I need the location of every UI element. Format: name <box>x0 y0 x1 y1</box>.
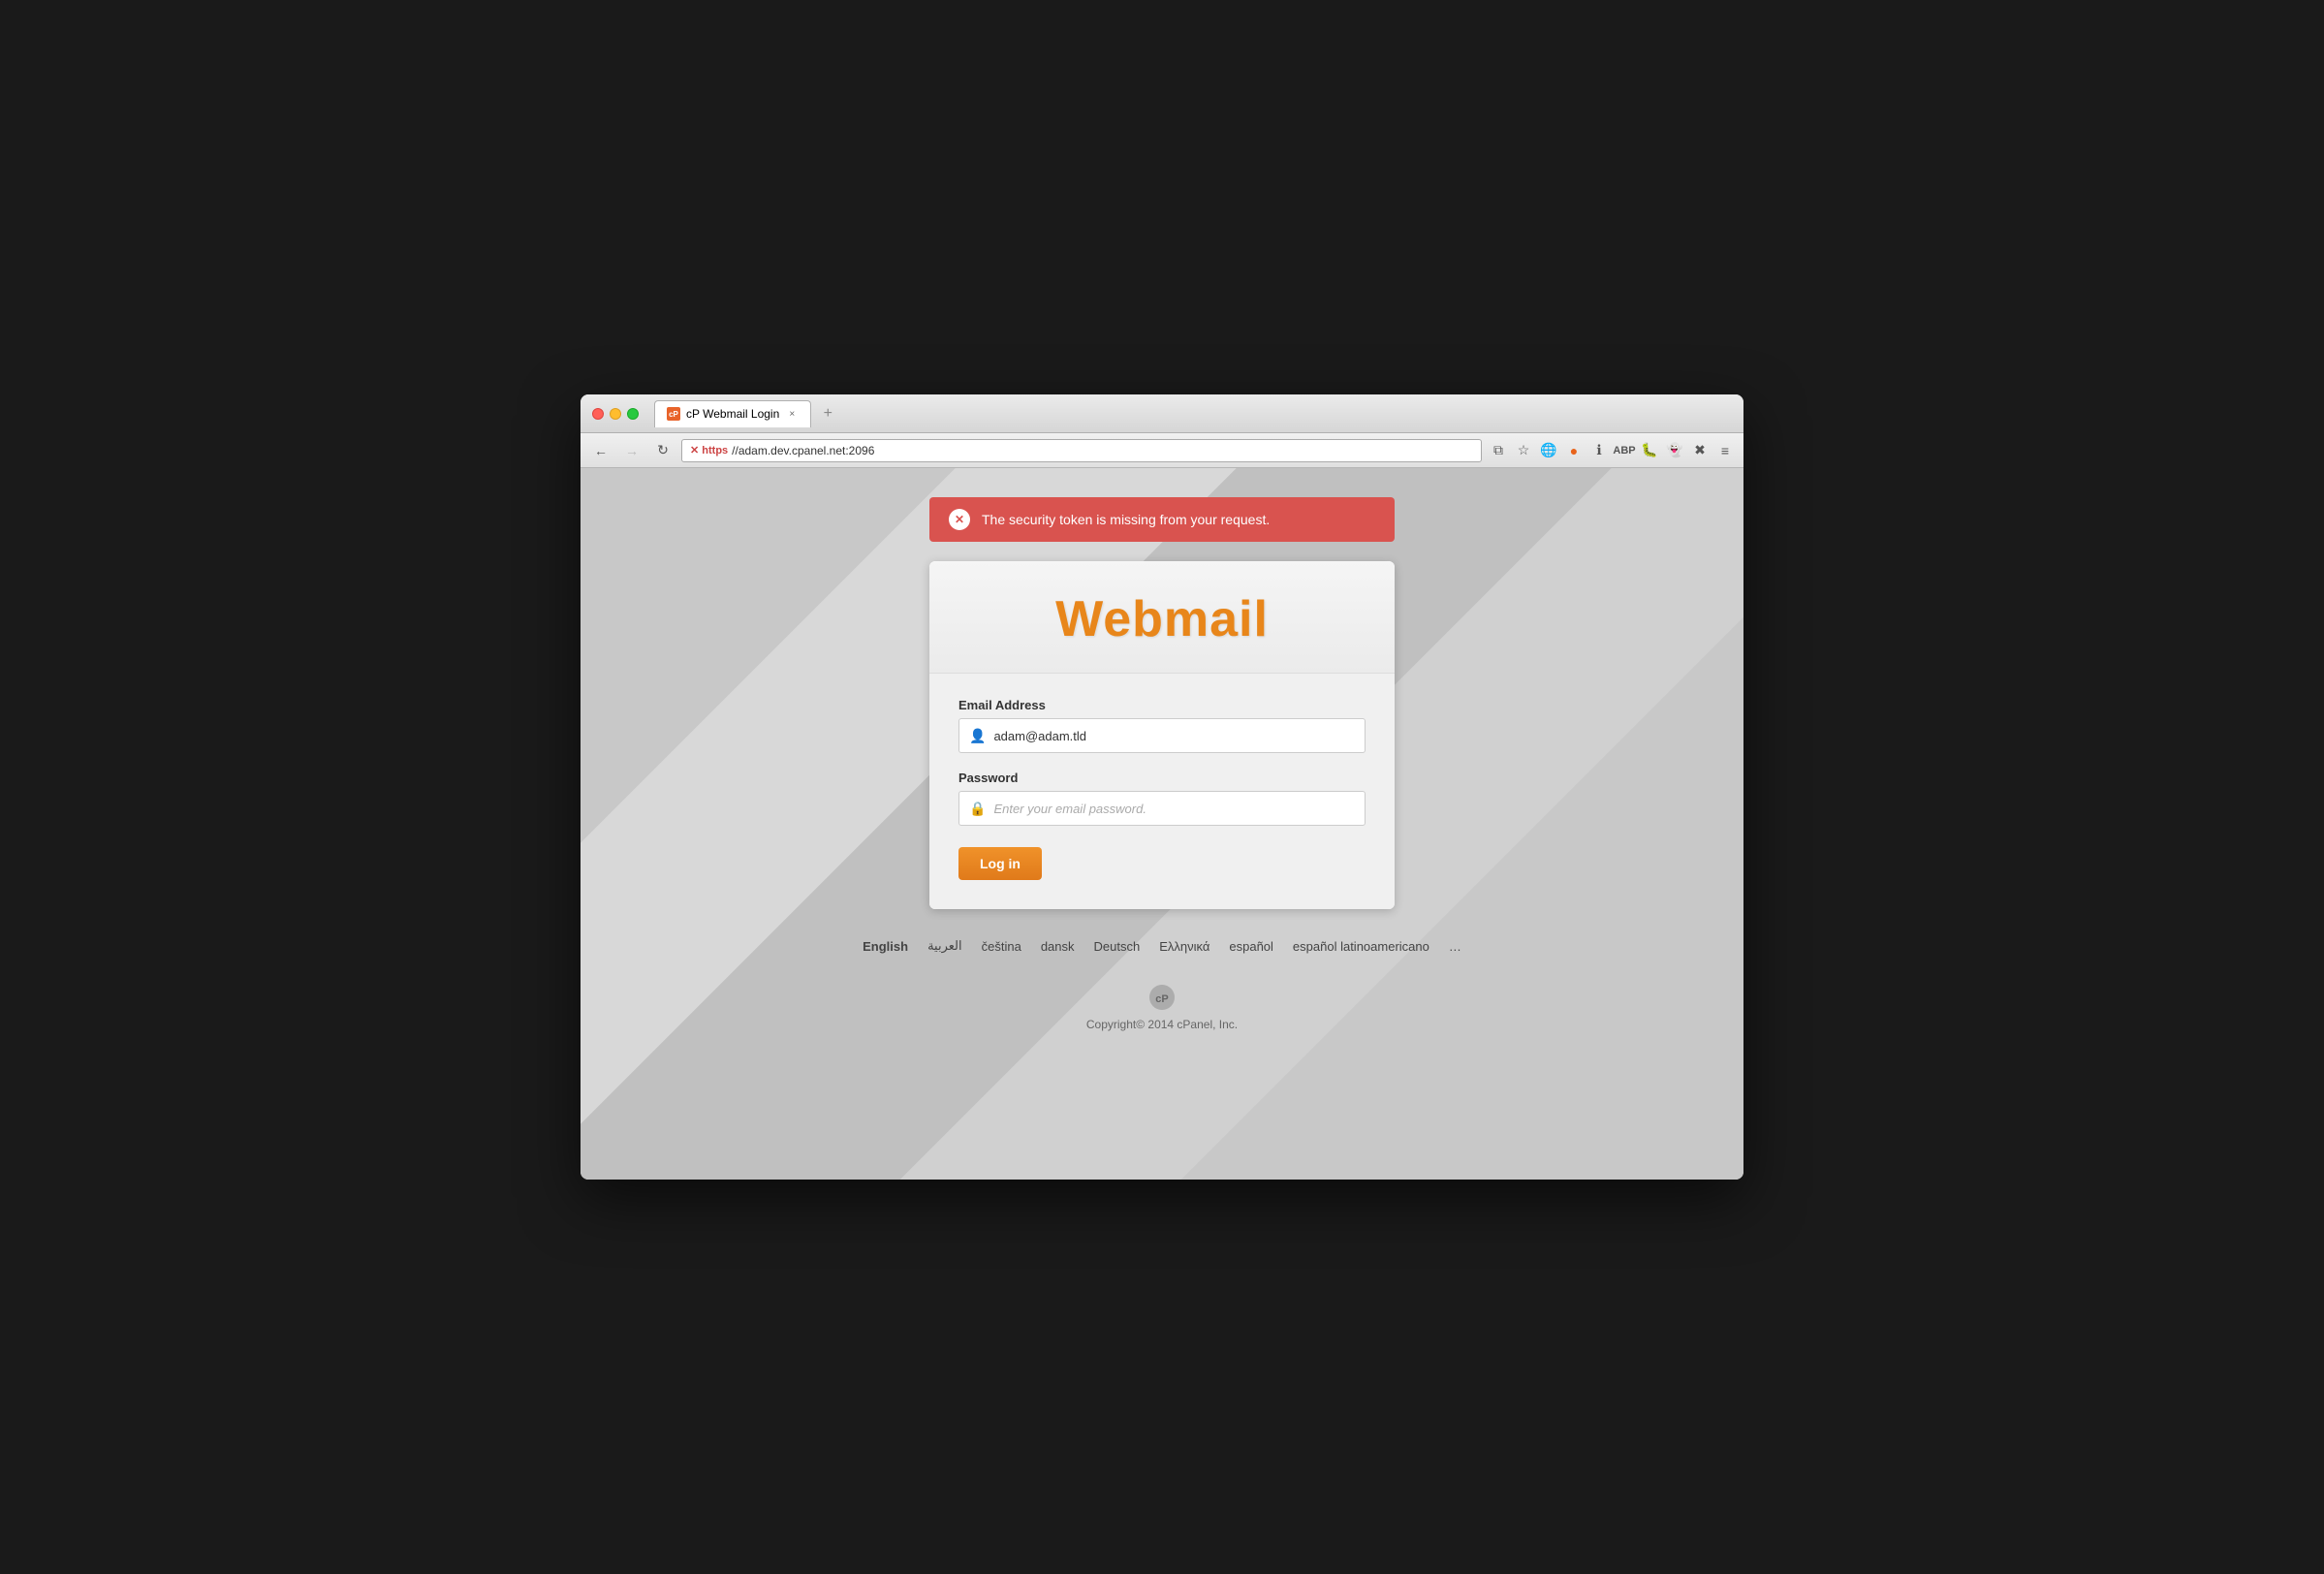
footer: cP Copyright© 2014 cPanel, Inc. <box>1086 983 1238 1031</box>
login-body: Email Address 👤 Password 🔒 <box>929 674 1395 909</box>
page-content: The security token is missing from your … <box>581 468 1743 1180</box>
error-alert: The security token is missing from your … <box>929 497 1395 542</box>
lang-czech[interactable]: čeština <box>982 939 1021 954</box>
email-input[interactable] <box>993 729 1355 743</box>
new-tab-button[interactable]: + <box>815 401 840 426</box>
lang-more[interactable]: … <box>1449 939 1461 954</box>
login-title: Webmail <box>949 590 1375 648</box>
address-bar[interactable]: ✕ https //adam.dev.cpanel.net:2096 <box>681 439 1482 462</box>
color-icon[interactable]: ● <box>1563 440 1585 461</box>
nav-bar: ← → ↻ ✕ https //adam.dev.cpanel.net:2096… <box>581 433 1743 468</box>
tab-favicon: cP <box>667 407 680 421</box>
lang-german[interactable]: Deutsch <box>1094 939 1141 954</box>
ghost-icon[interactable]: 👻 <box>1664 440 1685 461</box>
tab-title: cP Webmail Login <box>686 407 779 421</box>
menu-icon[interactable]: ≡ <box>1714 440 1736 461</box>
language-bar: English العربية čeština dansk Deutsch Ελ… <box>863 938 1461 954</box>
disconnect-icon[interactable]: ✖ <box>1689 440 1711 461</box>
adblock-icon[interactable]: ABP <box>1614 440 1635 461</box>
error-message: The security token is missing from your … <box>982 512 1270 527</box>
reload-button[interactable]: ↻ <box>650 438 675 463</box>
login-box: Webmail Email Address 👤 Password <box>929 561 1395 909</box>
lang-danish[interactable]: dansk <box>1041 939 1075 954</box>
firebug-icon[interactable]: 🐛 <box>1639 440 1660 461</box>
cpanel-logo-svg: cP <box>1148 984 1176 1011</box>
password-input-wrapper: 🔒 <box>958 791 1366 826</box>
cpanel-logo: cP <box>1147 983 1177 1012</box>
lock-icon: 🔒 <box>969 801 986 817</box>
lang-english[interactable]: English <box>863 939 908 954</box>
security-icon: ✕ https <box>690 444 728 456</box>
email-label: Email Address <box>958 698 1366 712</box>
tab-close-button[interactable]: × <box>785 407 799 421</box>
password-label: Password <box>958 771 1366 785</box>
maximize-button[interactable] <box>627 408 639 420</box>
password-form-group: Password 🔒 <box>958 771 1366 826</box>
login-button[interactable]: Log in <box>958 847 1042 880</box>
close-button[interactable] <box>592 408 604 420</box>
nav-icons: ⧉ ☆ 🌐 ● ℹ ABP 🐛 👻 ✖ ≡ <box>1488 440 1736 461</box>
lang-greek[interactable]: Ελληνικά <box>1159 939 1209 954</box>
lang-spanish-latam[interactable]: español latinoamericano <box>1293 939 1429 954</box>
tab-bar: cP cP Webmail Login × + <box>654 400 1732 427</box>
title-bar: cP cP Webmail Login × + <box>581 394 1743 433</box>
svg-text:cP: cP <box>1155 993 1168 1005</box>
email-input-wrapper: 👤 <box>958 718 1366 753</box>
lang-arabic[interactable]: العربية <box>927 938 962 954</box>
login-header: Webmail <box>929 561 1395 674</box>
email-form-group: Email Address 👤 <box>958 698 1366 753</box>
reader-icon[interactable]: ⧉ <box>1488 440 1509 461</box>
traffic-lights <box>592 408 639 420</box>
lang-spanish[interactable]: español <box>1229 939 1273 954</box>
bookmark-icon[interactable]: ☆ <box>1513 440 1534 461</box>
info-icon[interactable]: ℹ <box>1588 440 1610 461</box>
page-inner: The security token is missing from your … <box>581 468 1743 1180</box>
address-url: //adam.dev.cpanel.net:2096 <box>732 444 874 457</box>
back-button[interactable]: ← <box>588 438 613 463</box>
active-tab[interactable]: cP cP Webmail Login × <box>654 400 811 427</box>
browser-window: cP cP Webmail Login × + ← → ↻ ✕ https //… <box>581 394 1743 1180</box>
password-input[interactable] <box>993 802 1355 816</box>
error-icon <box>949 509 970 530</box>
language-icon[interactable]: 🌐 <box>1538 440 1559 461</box>
forward-button[interactable]: → <box>619 438 644 463</box>
copyright-text: Copyright© 2014 cPanel, Inc. <box>1086 1018 1238 1031</box>
minimize-button[interactable] <box>610 408 621 420</box>
user-icon: 👤 <box>969 728 986 744</box>
